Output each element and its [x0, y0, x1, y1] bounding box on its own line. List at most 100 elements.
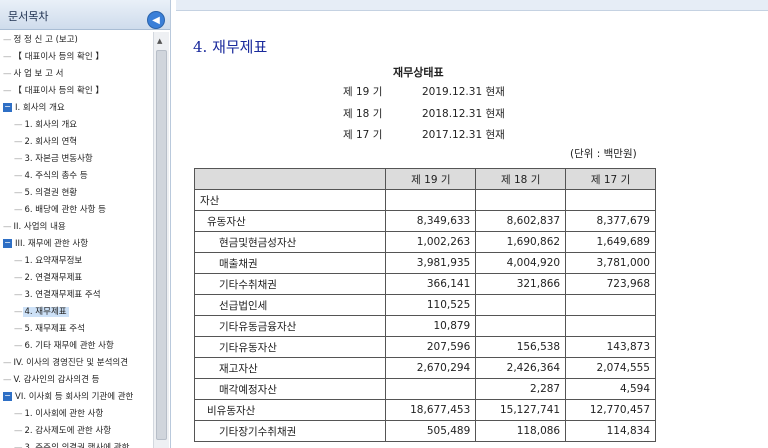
toc-item-label: VI. 이사회 등 회사의 기관에 관한 [15, 392, 134, 402]
toc-item[interactable]: — 정 정 신 고 (보고) [3, 32, 80, 49]
cell-value: 4,004,920 [475, 252, 567, 274]
toc-item-label: 6. 배당에 관한 사항 등 [24, 205, 106, 215]
toc-item[interactable]: —4. 재무제표 [14, 304, 69, 321]
toc-tree: — 정 정 신 고 (보고) — 【 대표이사 등의 확인 】 — 사 업 보 고 서 — 【… [0, 32, 153, 448]
toc-item[interactable]: — V. 감사인의 감사의견 등 [3, 372, 101, 389]
toc-item-label: III. 재무에 관한 사항 [15, 239, 89, 249]
toc-item-label: IV. 이사의 경영진단 및 분석의견 [13, 358, 129, 368]
table-header-row: 제 19 기 제 18 기 제 17 기 [193, 168, 656, 190]
cell-value: 8,602,837 [475, 210, 567, 232]
tree-connector: — [14, 443, 23, 448]
toc-item[interactable]: — II. 사업의 내용 [3, 219, 68, 236]
collapse-sidebar-icon[interactable]: ◀ [147, 11, 165, 29]
cell-value: 18,677,453 [385, 399, 477, 421]
balance-sheet-table: 제 19 기 제 18 기 제 17 기 자산 유동자산 8,349,633 8,60… [193, 168, 656, 442]
tree-connector: — [14, 324, 23, 334]
table-row: 자산 [193, 189, 656, 211]
toc-item[interactable]: —2. 회사의 연혁 [14, 134, 79, 151]
tree-connector: — [3, 52, 12, 62]
cell-value: 3,781,000 [565, 252, 656, 274]
toc-item[interactable]: — 【 대표이사 등의 확인 】 [3, 49, 106, 66]
cell-value [565, 189, 656, 211]
cell-value: 10,879 [385, 315, 477, 337]
scroll-thumb[interactable] [156, 50, 167, 440]
cell-value [565, 294, 656, 316]
toc-item-label: 사 업 보 고 서 [13, 69, 64, 79]
toc-item-label: 4. 주식의 총수 등 [24, 171, 88, 181]
toc-item-label: 2. 연결재무제표 [24, 273, 83, 283]
toc-item-label: 정 정 신 고 (보고) [13, 35, 78, 45]
toc-item[interactable]: —4. 주식의 총수 등 [14, 168, 90, 185]
toc-item[interactable]: —1. 요약재무정보 [14, 253, 84, 270]
row-label: 현금및현금성자산 [193, 231, 387, 253]
tree-connector: — [14, 307, 23, 317]
toc-item-label: 3. 연결재무제표 주석 [24, 290, 101, 300]
collapse-node-icon[interactable]: − [3, 239, 12, 248]
cell-value: 143,873 [565, 336, 656, 358]
toc-item[interactable]: — 사 업 보 고 서 [3, 66, 65, 83]
toc-item-label: 2. 회사의 연혁 [24, 137, 78, 147]
collapse-node-icon[interactable]: − [3, 392, 12, 401]
toc-item[interactable]: — IV. 이사의 경영진단 및 분석의견 [3, 355, 130, 372]
cell-value: 321,866 [475, 273, 567, 295]
tree-connector: — [3, 358, 12, 368]
column-header [193, 168, 387, 190]
period-term: 제 19 기 [343, 86, 383, 98]
toc-item[interactable]: —3. 연결재무제표 주석 [14, 287, 103, 304]
column-header: 제 17 기 [565, 168, 656, 190]
row-label: 유동자산 [193, 210, 387, 232]
tree-connector: — [3, 375, 12, 385]
table-row: 현금및현금성자산 1,002,263 1,690,862 1,649,689 [193, 231, 656, 253]
cell-value: 1,002,263 [385, 231, 477, 253]
row-label: 기타유동자산 [193, 336, 387, 358]
toc-item-label: 3. 자본금 변동사항 [24, 154, 93, 164]
cell-value: 1,690,862 [475, 231, 567, 253]
toc-item[interactable]: —1. 회사의 개요 [14, 117, 79, 134]
unit-label: (단위 : 백만원) [570, 148, 637, 160]
cell-value: 723,968 [565, 273, 656, 295]
row-label: 매출채권 [193, 252, 387, 274]
toc-item-label: V. 감사인의 감사의견 등 [13, 375, 100, 385]
cell-value [475, 315, 567, 337]
toc-item[interactable]: − VI. 이사회 등 회사의 기관에 관한 [3, 389, 135, 406]
tree-connector: — [14, 120, 23, 130]
cell-value: 4,594 [565, 378, 656, 400]
table-row: 기타유동자산 207,596 156,538 143,873 [193, 336, 656, 358]
cell-value: 114,834 [565, 420, 656, 442]
toc-item[interactable]: —5. 의결권 현황 [14, 185, 79, 202]
sidebar-scrollbar[interactable]: ▲ [153, 32, 169, 448]
toc-item[interactable]: —2. 감사제도에 관한 사항 [14, 423, 113, 440]
cell-value: 110,525 [385, 294, 477, 316]
tree-connector: — [3, 35, 12, 45]
toc-item-label: 【 대표이사 등의 확인 】 [13, 52, 104, 62]
period-term: 제 17 기 [343, 129, 383, 141]
tree-connector: — [14, 256, 23, 266]
cell-value: 2,670,294 [385, 357, 477, 379]
toc-item[interactable]: —3. 주주의 의결권 행사에 관한 [14, 440, 131, 448]
toc-item[interactable]: —6. 기타 재무에 관한 사항 [14, 338, 116, 355]
row-label: 자산 [193, 189, 387, 211]
period-date: 2018.12.31 현재 [422, 108, 505, 120]
toc-item[interactable]: —5. 재무제표 주석 [14, 321, 87, 338]
row-label: 매각예정자산 [193, 378, 387, 400]
table-row: 기타유동금융자산 10,879 [193, 315, 656, 337]
row-label: 재고자산 [193, 357, 387, 379]
toc-item[interactable]: − III. 재무에 관한 사항 [3, 236, 90, 253]
table-row: 기타장기수취채권 505,489 118,086 114,834 [193, 420, 656, 442]
toc-item[interactable]: —2. 연결재무제표 [14, 270, 84, 287]
toc-item[interactable]: —1. 이사회에 관한 사항 [14, 406, 105, 423]
toc-item-label: 5. 의결권 현황 [24, 188, 78, 198]
toc-item-label: 6. 기타 재무에 관한 사항 [24, 341, 114, 351]
table-row: 선급법인세 110,525 [193, 294, 656, 316]
column-header: 제 18 기 [475, 168, 567, 190]
statement-title: 재무상태표 [393, 66, 444, 79]
toc-item[interactable]: — 【 대표이사 등의 확인 】 [3, 83, 106, 100]
tree-connector: — [14, 273, 23, 283]
collapse-node-icon[interactable]: − [3, 103, 12, 112]
toc-item[interactable]: − I. 회사의 개요 [3, 100, 67, 117]
scroll-up-icon[interactable]: ▲ [157, 37, 162, 45]
toc-item[interactable]: —6. 배당에 관한 사항 등 [14, 202, 108, 219]
tree-connector: — [3, 69, 12, 79]
toc-item[interactable]: —3. 자본금 변동사항 [14, 151, 95, 168]
cell-value: 118,086 [475, 420, 567, 442]
